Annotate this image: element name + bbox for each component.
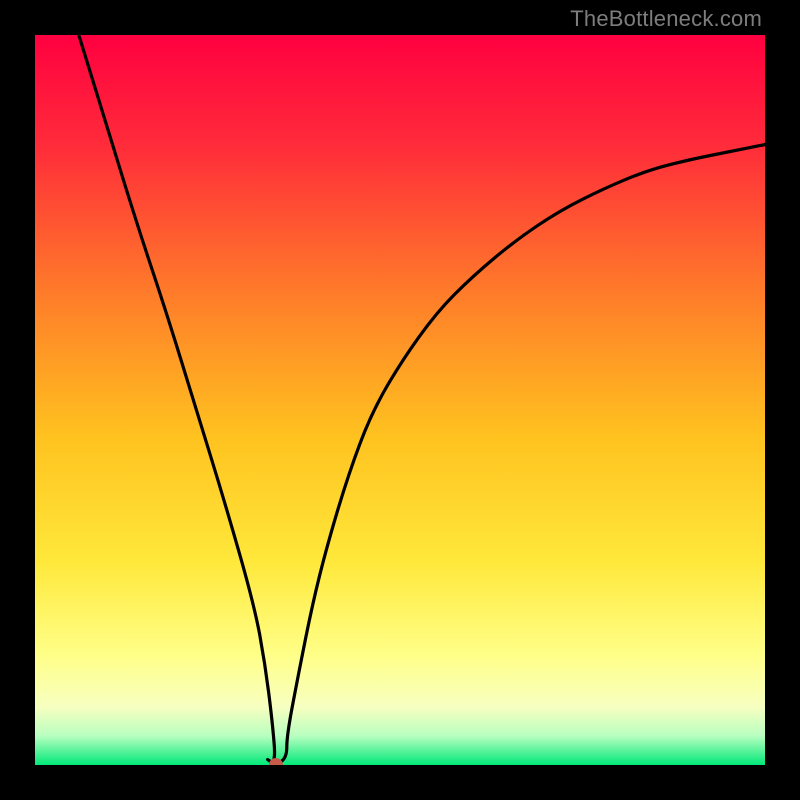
gradient-background: [35, 35, 765, 765]
chart-container: TheBottleneck.com: [0, 0, 800, 800]
watermark-text: TheBottleneck.com: [570, 6, 762, 32]
bottleneck-chart: [35, 35, 765, 765]
